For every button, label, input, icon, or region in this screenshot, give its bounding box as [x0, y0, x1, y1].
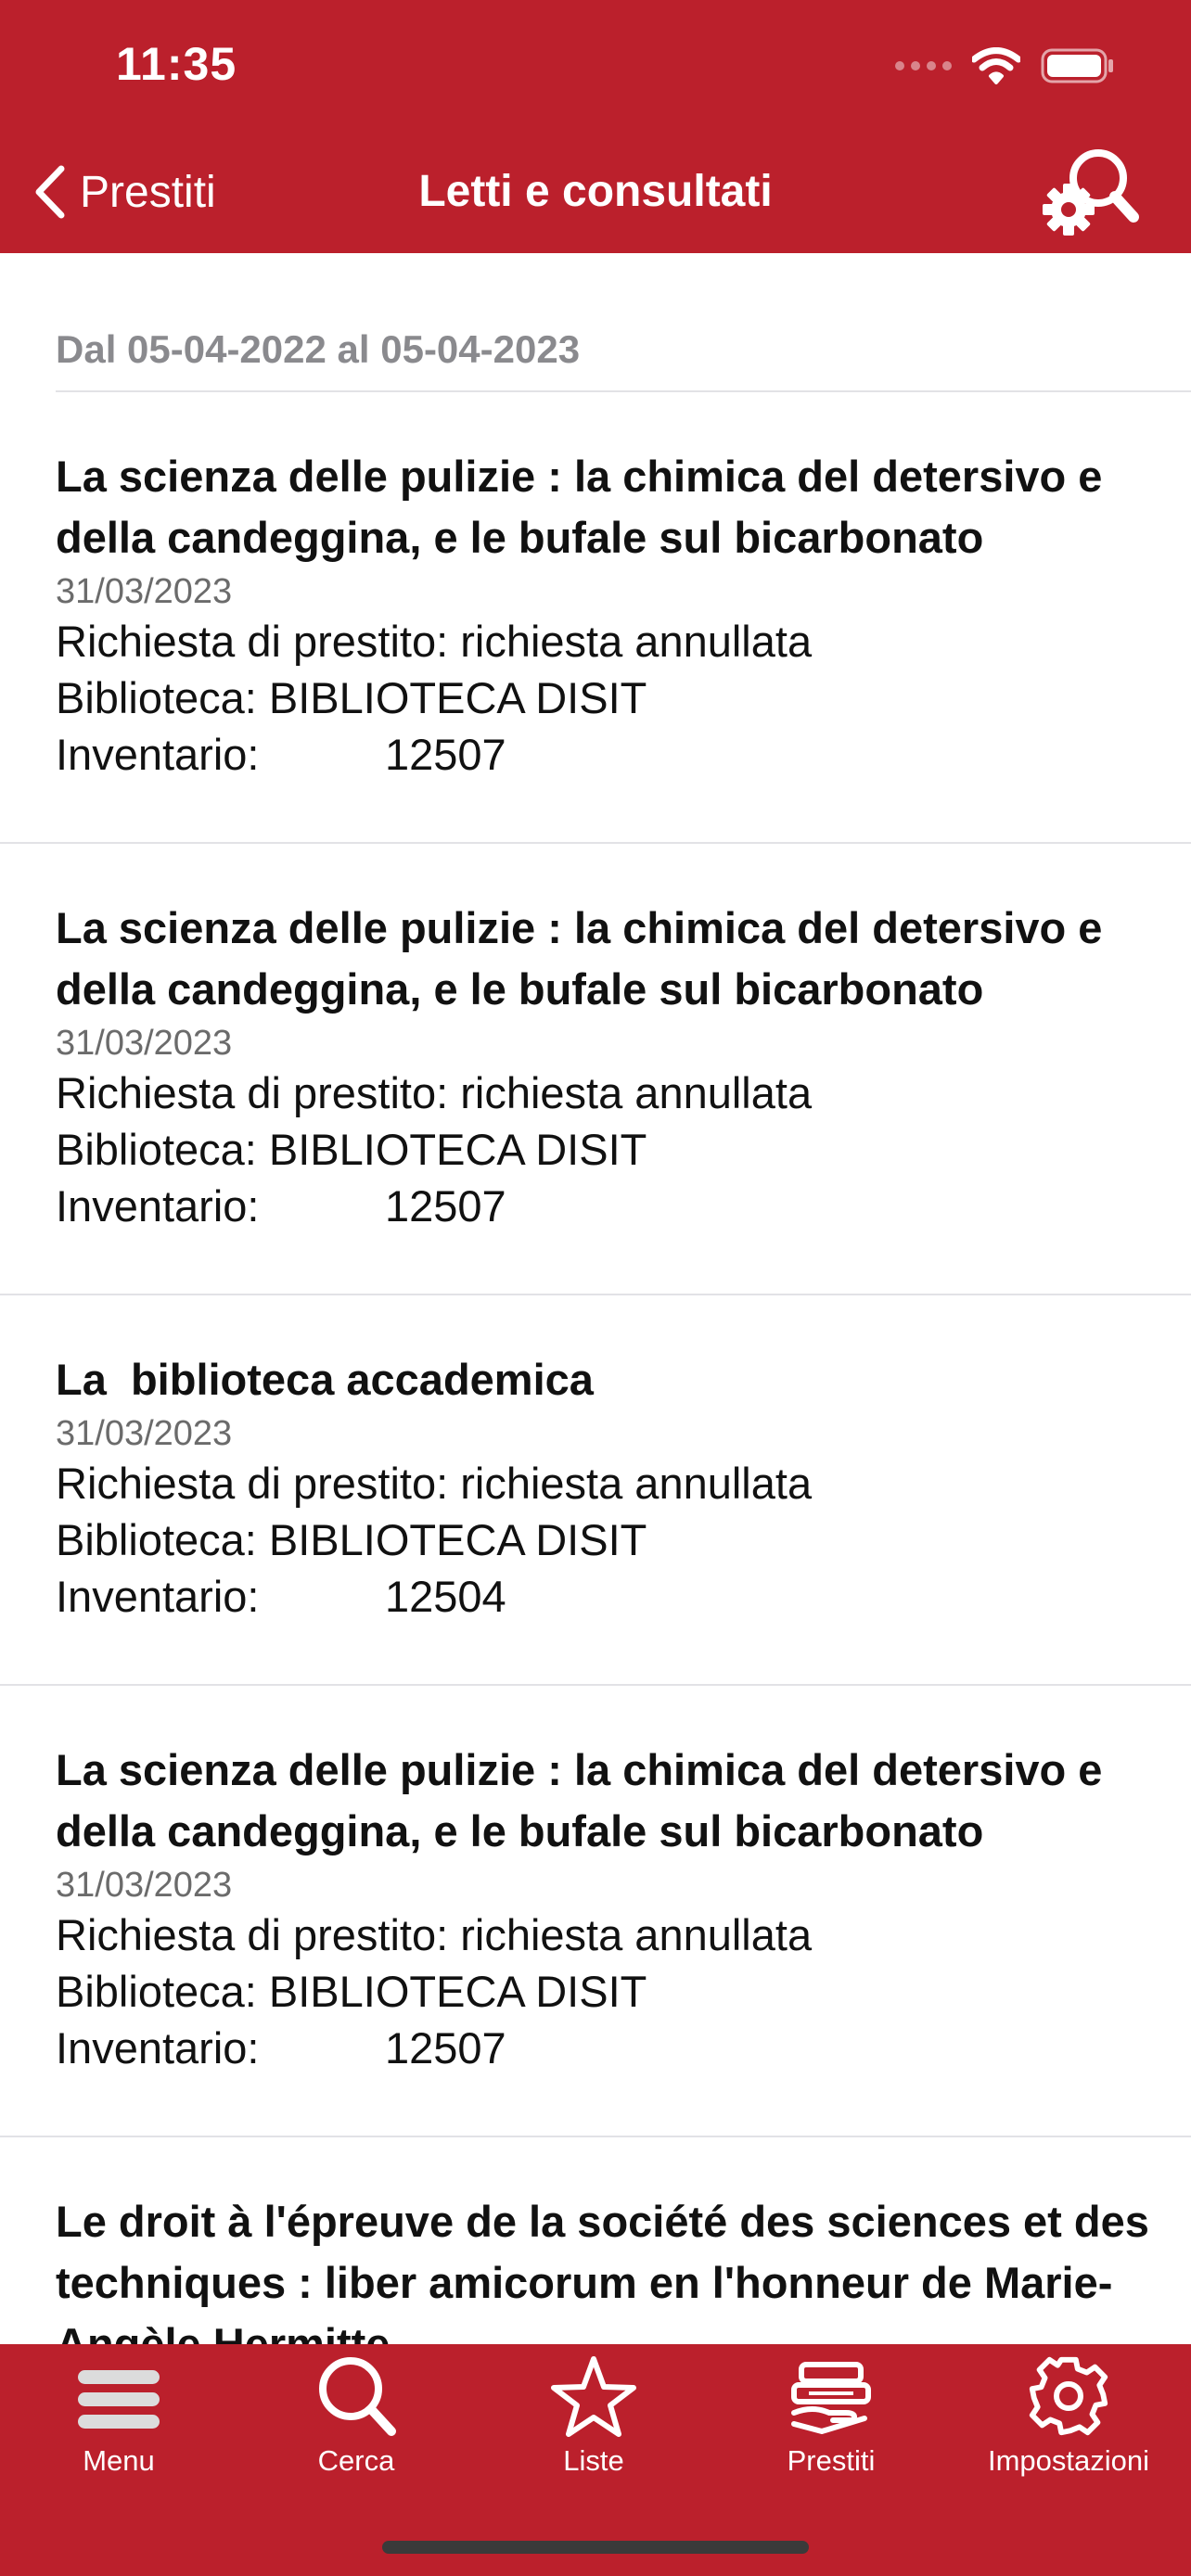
date-range-header: Dal 05-04-2022 al 05-04-2023	[56, 327, 581, 371]
inventory-label: Inventario:	[56, 1572, 260, 1621]
item-library: Biblioteca: BIBLIOTECA DISIT	[56, 673, 647, 722]
tab-search[interactable]: Cerca	[237, 2352, 475, 2491]
item-status: Richiesta di prestito: richiesta annulla…	[56, 1068, 813, 1117]
inventory-value: 12507	[385, 1181, 506, 1231]
wifi-icon	[972, 47, 1020, 84]
item-inventory: Inventario: 12507	[56, 2020, 1154, 2076]
list-item[interactable]: La scienza delle pulizie : la chimica de…	[0, 844, 1191, 1295]
item-date: 31/03/2023	[56, 1414, 233, 1453]
cellular-signal-icon	[895, 61, 952, 70]
item-title: La scienza delle pulizie : la chimica de…	[56, 1745, 1103, 1855]
item-library: Biblioteca: BIBLIOTECA DISIT	[56, 1967, 647, 2016]
search-settings-button[interactable]	[1037, 139, 1139, 241]
status-icons	[895, 45, 1115, 87]
inventory-label: Inventario:	[56, 1181, 260, 1231]
list-item[interactable]: La scienza delle pulizie : la chimica de…	[0, 1686, 1191, 2137]
inventory-label: Inventario:	[56, 2023, 260, 2072]
item-inventory: Inventario: 12507	[56, 1178, 1154, 1234]
tab-lists[interactable]: Liste	[475, 2352, 712, 2491]
books-icon	[791, 2362, 871, 2434]
list-item[interactable]: Le droit à l'épreuve de la société des s…	[0, 2137, 1191, 2344]
tab-menu[interactable]: Menu	[0, 2352, 237, 2491]
tab-loans[interactable]: Prestiti	[712, 2352, 950, 2491]
battery-icon	[1041, 48, 1113, 83]
item-inventory: Inventario: 12507	[56, 726, 1154, 783]
loan-list: La scienza delle pulizie : la chimica de…	[0, 392, 1191, 2344]
item-title: Le droit à l'épreuve de la société des s…	[56, 2197, 1149, 2344]
navigation-header: 11:35 Prestiti Letti e consultati	[0, 0, 1191, 253]
item-title: La biblioteca accademica	[56, 1355, 594, 1404]
item-date: 31/03/2023	[56, 572, 233, 611]
item-title: La scienza delle pulizie : la chimica de…	[56, 903, 1103, 1014]
menu-icon	[78, 2370, 160, 2429]
item-date: 31/03/2023	[56, 1866, 233, 1905]
item-status: Richiesta di prestito: richiesta annulla…	[56, 1459, 813, 1508]
inventory-value: 12507	[385, 730, 506, 779]
search-settings-icon	[1043, 149, 1139, 236]
home-indicator[interactable]	[382, 2541, 809, 2554]
tab-settings[interactable]: Impostazioni	[950, 2352, 1187, 2491]
list-item[interactable]: La scienza delle pulizie : la chimica de…	[0, 392, 1191, 844]
list-item[interactable]: La biblioteca accademica 31/03/2023 Rich…	[0, 1295, 1191, 1686]
tab-label: Impostazioni	[987, 2444, 1150, 2477]
item-title: La scienza delle pulizie : la chimica de…	[56, 452, 1103, 562]
inventory-value: 12504	[385, 1572, 506, 1621]
item-date: 31/03/2023	[56, 1024, 233, 1063]
loans-history-list-view[interactable]: Dal 05-04-2022 al 05-04-2023 La scienza …	[0, 253, 1191, 2344]
item-status: Richiesta di prestito: richiesta annulla…	[56, 617, 813, 666]
tab-label: Liste	[563, 2444, 624, 2477]
item-status: Richiesta di prestito: richiesta annulla…	[56, 1910, 813, 1959]
gear-icon	[1029, 2356, 1108, 2436]
star-icon	[551, 2356, 636, 2437]
tab-label: Cerca	[317, 2444, 395, 2477]
back-button-label: Prestiti	[80, 167, 216, 217]
inventory-value: 12507	[385, 2023, 506, 2072]
chevron-left-icon	[35, 165, 65, 219]
inventory-label: Inventario:	[56, 730, 260, 779]
item-library: Biblioteca: BIBLIOTECA DISIT	[56, 1515, 647, 1564]
tab-label: Menu	[83, 2444, 155, 2477]
tab-label: Prestiti	[787, 2444, 876, 2477]
status-time: 11:35	[116, 38, 237, 90]
search-icon	[319, 2357, 396, 2436]
item-library: Biblioteca: BIBLIOTECA DISIT	[56, 1125, 647, 1174]
back-button[interactable]: Prestiti	[33, 159, 216, 224]
item-inventory: Inventario: 12504	[56, 1568, 1154, 1625]
